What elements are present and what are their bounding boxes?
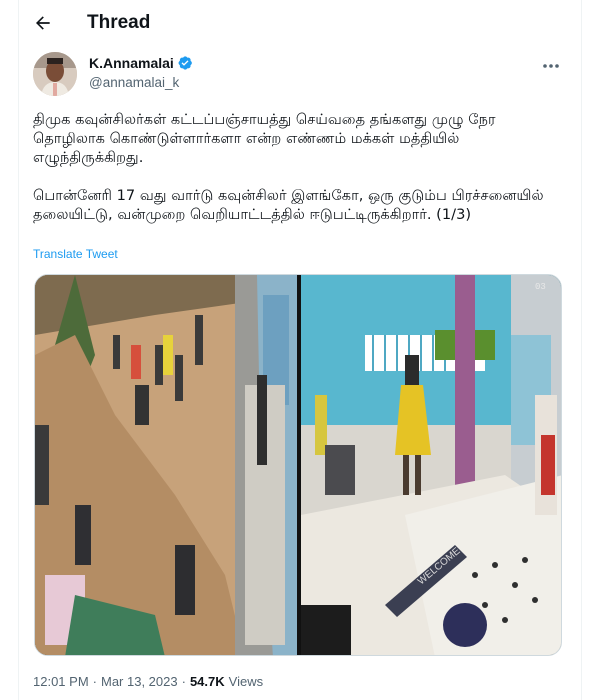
views-count: 54.7K bbox=[189, 674, 225, 689]
back-button[interactable] bbox=[31, 11, 55, 35]
tweet-time-link[interactable]: 12:01 PM bbox=[33, 674, 89, 689]
thread-header: Thread bbox=[19, 0, 581, 46]
tweet-paragraph: திமுக கவுன்சிலர்கள் கட்டப்பஞ்சாயத்து செய… bbox=[33, 111, 496, 166]
tweet-text: திமுக கவுன்சிலர்கள் கட்டப்பஞ்சாயத்து செய… bbox=[33, 110, 563, 243]
more-options-button[interactable] bbox=[537, 56, 565, 76]
verified-badge-icon bbox=[178, 56, 192, 70]
tweet-date-link[interactable]: Mar 13, 2023 bbox=[101, 674, 178, 689]
tweet-media-video[interactable]: WELCOME 03 bbox=[34, 274, 562, 656]
views-label: Views bbox=[228, 674, 264, 689]
more-horizontal-icon bbox=[543, 64, 559, 68]
meta-separator: · bbox=[92, 674, 97, 689]
tweet-thread-page: Thread K.Annamalai @annamalai_k திமுக கவ… bbox=[18, 0, 582, 700]
meta-separator: · bbox=[181, 674, 186, 689]
cctv-video-frame: WELCOME 03 bbox=[35, 275, 561, 655]
left-cctv-panel bbox=[35, 275, 297, 655]
author-name-row[interactable]: K.Annamalai bbox=[89, 55, 193, 71]
avatar[interactable] bbox=[33, 52, 77, 96]
page-title: Thread bbox=[87, 12, 151, 33]
author-handle[interactable]: @annamalai_k bbox=[89, 75, 179, 90]
right-cctv-panel: WELCOME 03 bbox=[301, 275, 561, 655]
cctv-timestamp: 03 bbox=[535, 282, 546, 292]
arrow-left-icon bbox=[36, 16, 50, 30]
tweet-meta: 12:01 PM · Mar 13, 2023 · 54.7K Views bbox=[33, 674, 263, 689]
author-name: K.Annamalai bbox=[89, 55, 174, 71]
translate-tweet-link[interactable]: Translate Tweet bbox=[33, 247, 118, 261]
tweet-author: K.Annamalai @annamalai_k bbox=[33, 52, 569, 98]
tweet-paragraph: பொன்னேரி 17 வது வார்டு கவுன்சிலர் இளங்கோ… bbox=[33, 187, 544, 223]
